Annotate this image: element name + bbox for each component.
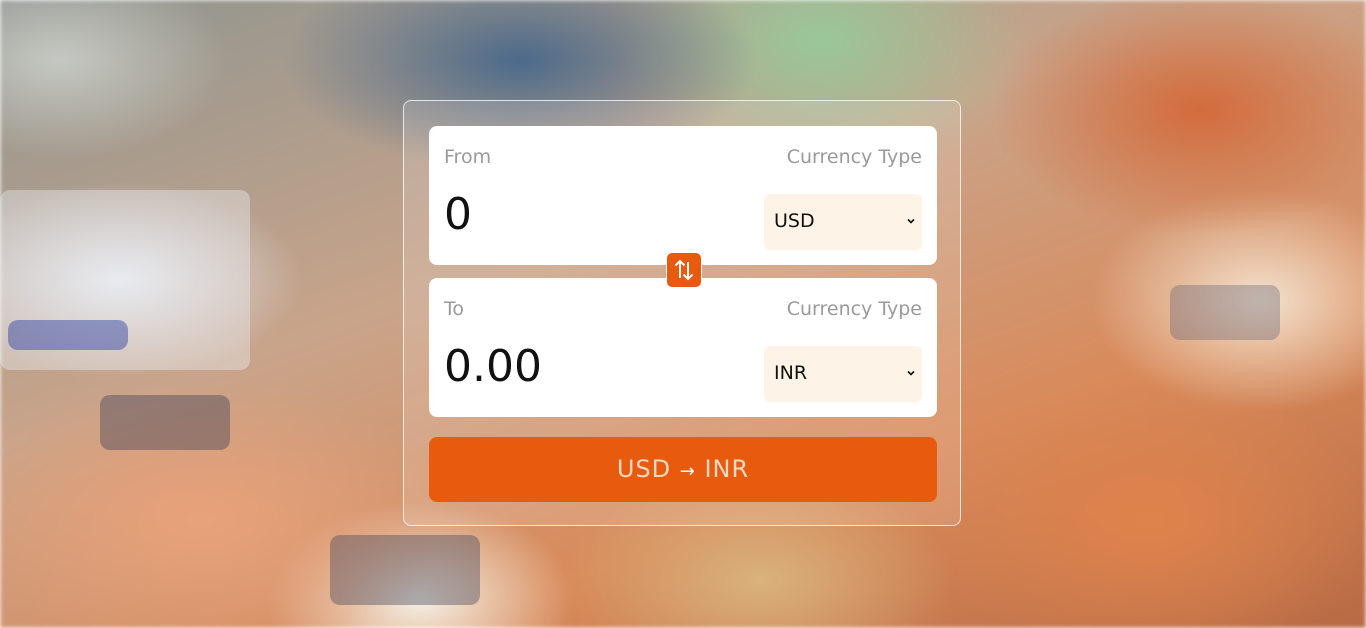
background-banknote-detail (8, 320, 128, 350)
to-currency-value: INR (774, 362, 808, 384)
arrow-right-icon: → (679, 461, 696, 482)
background-banknote-detail (330, 535, 480, 605)
to-amount-input[interactable] (444, 338, 744, 394)
convert-button[interactable]: USD → INR (429, 437, 937, 502)
from-amount-input[interactable] (444, 186, 744, 242)
chevron-down-icon (907, 218, 915, 224)
convert-from-code: USD (616, 455, 672, 483)
to-currency-type-label: Currency Type (786, 298, 922, 320)
from-label: From (444, 146, 492, 168)
swap-button[interactable] (666, 252, 702, 288)
converter-card: From Currency Type USD To Currency Type … (403, 100, 961, 526)
from-currency-value: USD (774, 210, 815, 232)
background-banknote-detail (1170, 285, 1280, 340)
convert-to-code: INR (704, 455, 750, 483)
from-currency-select[interactable]: USD (764, 194, 922, 250)
background-banknote-detail (100, 395, 230, 450)
swap-vertical-arrows-icon (674, 259, 694, 281)
from-currency-type-label: Currency Type (786, 146, 922, 168)
to-panel: To Currency Type INR (429, 278, 937, 417)
to-currency-select[interactable]: INR (764, 346, 922, 402)
to-label: To (444, 298, 465, 320)
from-panel: From Currency Type USD (429, 126, 937, 265)
chevron-down-icon (907, 370, 915, 376)
